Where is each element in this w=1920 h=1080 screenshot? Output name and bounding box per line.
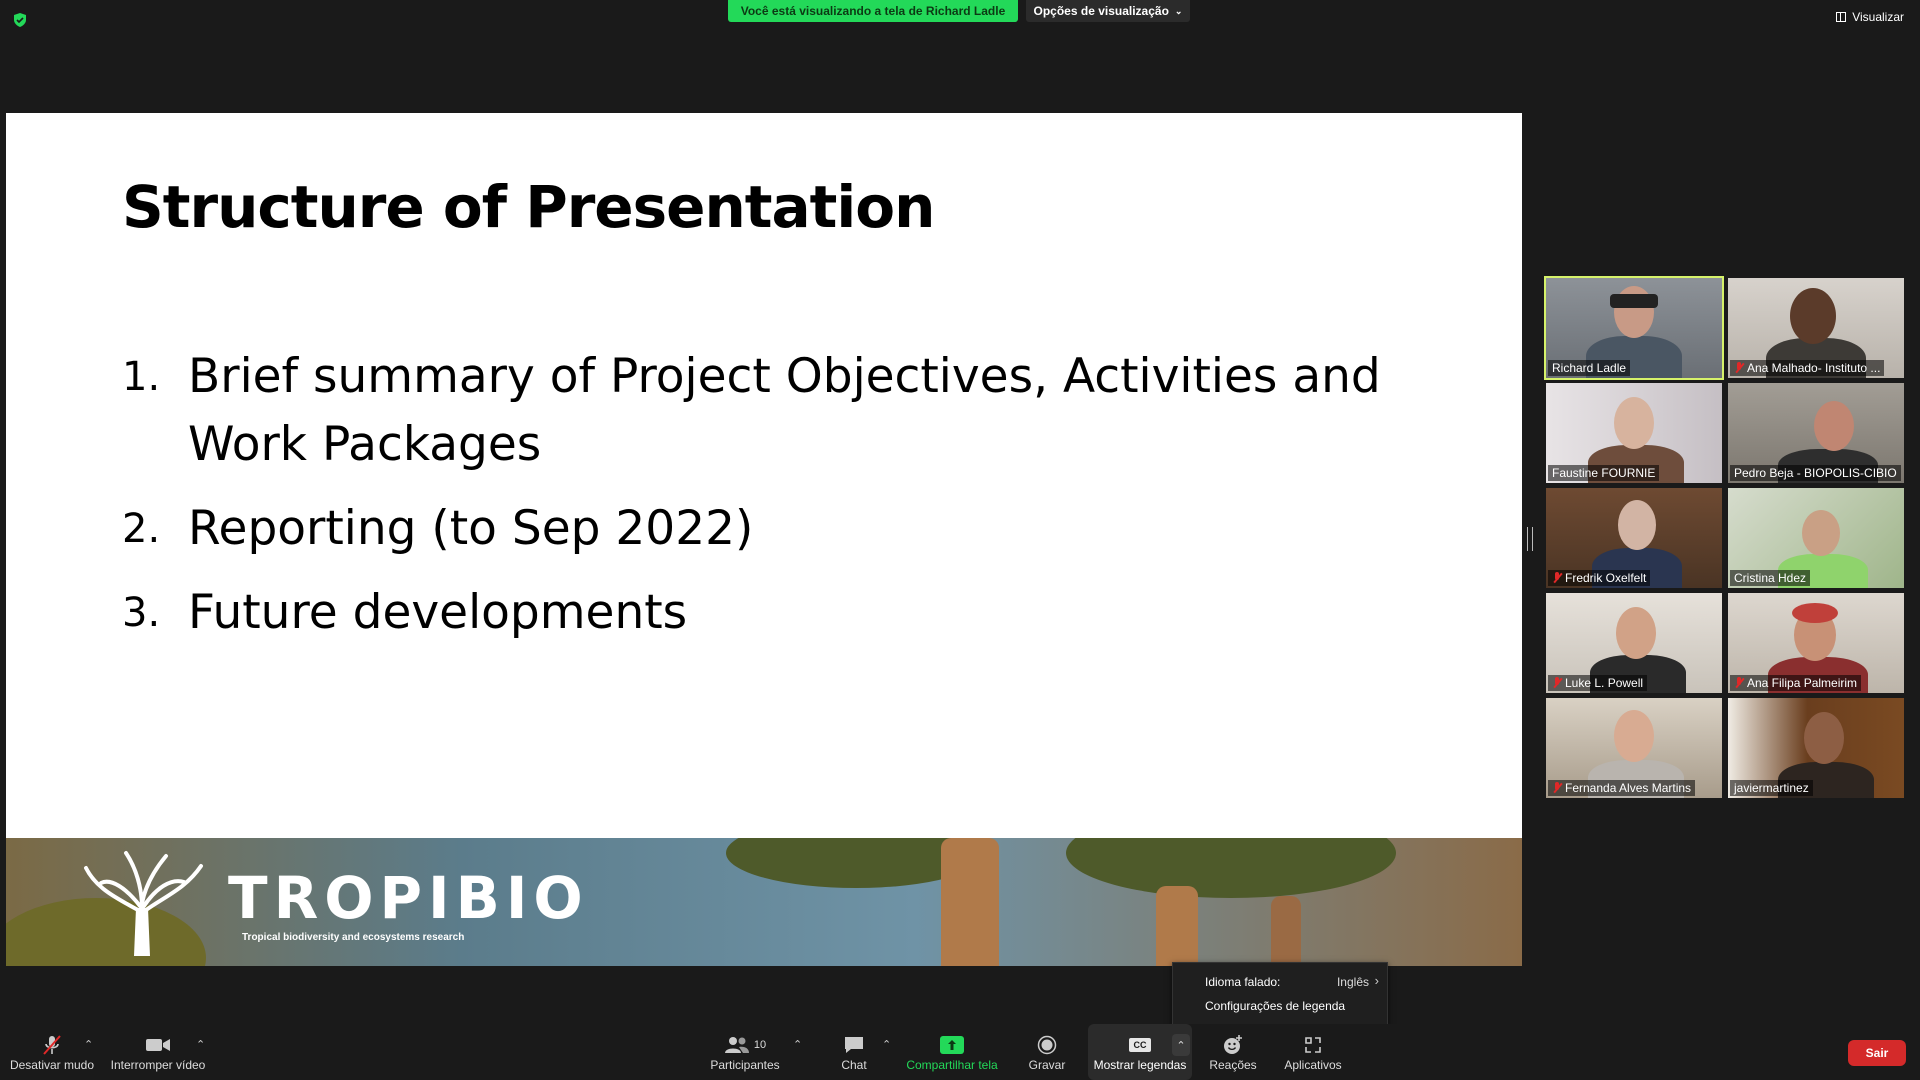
slide-item-number: 2. [122, 506, 161, 552]
slide-list-item: 3. Future developments [122, 579, 1402, 647]
participant-name-tag: Ana Filipa Palmeirim [1730, 675, 1862, 691]
unmute-label: Desativar mudo [9, 1058, 95, 1072]
spoken-language-selector[interactable]: Inglês [1337, 975, 1369, 989]
tropibio-logo-text: TROPIBIO [228, 864, 589, 932]
record-label: Gravar [1028, 1058, 1066, 1072]
slide-item-text: Brief summary of Project Objectives, Act… [188, 349, 1381, 472]
participant-tile[interactable]: Faustine FOURNIE [1546, 383, 1722, 483]
chevron-right-icon: › [1374, 973, 1379, 988]
meeting-toolbar: Desativar mudo ⌃ Interromper vídeo ⌃ 10 … [0, 1024, 1920, 1080]
share-screen-button[interactable]: Compartilhar tela [902, 1024, 1002, 1080]
shared-screen-slide: Structure of Presentation 1. Brief summa… [6, 113, 1522, 966]
chevron-down-icon: ⌄ [1174, 5, 1183, 16]
apps-icon [1305, 1037, 1321, 1053]
participants-button[interactable]: 10 Participantes [706, 1024, 784, 1080]
share-screen-label: Compartilhar tela [906, 1058, 998, 1072]
muted-mic-icon [1552, 677, 1562, 689]
baobab-logo-icon [84, 851, 203, 956]
view-layout-label: Visualizar [1852, 10, 1904, 24]
reaction-smiley-icon [1224, 1035, 1242, 1054]
participant-name-tag: Cristina Hdez [1730, 570, 1811, 586]
reactions-button[interactable]: Reações [1206, 1024, 1260, 1080]
participant-name-tag: Fredrik Oxelfelt [1548, 570, 1651, 586]
slide-list-item: 2. Reporting (to Sep 2022) [122, 495, 1402, 563]
spoken-language-label: Idioma falado: [1205, 975, 1281, 989]
participant-name-tag: javiermartinez [1730, 780, 1813, 796]
viewing-screen-banner: Você está visualizando a tela de Richard… [728, 0, 1018, 22]
record-icon [1037, 1035, 1057, 1055]
microphone-muted-icon [43, 1035, 61, 1055]
chat-button[interactable]: Chat [826, 1024, 882, 1080]
record-button[interactable]: Gravar [1018, 1024, 1076, 1080]
participant-tile[interactable]: Pedro Beja - BIOPOLIS-CIBIO [1728, 383, 1904, 483]
show-captions-label: Mostrar legendas [1093, 1058, 1187, 1072]
participant-name-tag: Richard Ladle [1548, 360, 1631, 376]
participant-tile[interactable]: Ana Filipa Palmeirim [1728, 593, 1904, 693]
gallery-resize-handle[interactable] [1527, 527, 1533, 551]
participant-tile[interactable]: Luke L. Powell [1546, 593, 1722, 693]
participant-name-tag: Pedro Beja - BIOPOLIS-CIBIO [1730, 465, 1901, 481]
slide-item-text: Reporting (to Sep 2022) [188, 501, 754, 556]
participant-tile[interactable]: Richard Ladle [1544, 276, 1724, 380]
video-camera-icon [146, 1039, 170, 1051]
participants-icon [724, 1037, 749, 1053]
participants-label: Participantes [710, 1058, 780, 1072]
security-shield-icon[interactable] [12, 12, 28, 28]
slide-list-item: 1. Brief summary of Project Objectives, … [122, 343, 1402, 479]
muted-mic-icon [1734, 677, 1744, 689]
participant-name-tag: Fernanda Alves Martins [1548, 780, 1696, 796]
participant-tile[interactable]: Fredrik Oxelfelt [1546, 488, 1722, 588]
view-options-label: Opções de visualização [1033, 4, 1169, 18]
participant-tile[interactable]: Fernanda Alves Martins [1546, 698, 1722, 798]
participants-options-caret[interactable]: ⌃ [793, 1038, 802, 1051]
closed-captions-icon: CC [1129, 1038, 1151, 1052]
slide-list: 1. Brief summary of Project Objectives, … [122, 343, 1402, 663]
view-layout-button[interactable]: Visualizar [1836, 10, 1904, 24]
stop-video-label: Interromper vídeo [110, 1058, 206, 1072]
participant-tile[interactable]: Ana Malhado- Instituto ... [1728, 278, 1904, 378]
caption-settings-item[interactable]: Configurações de legenda [1205, 999, 1345, 1013]
baobab-trunk [1271, 896, 1301, 966]
view-options-dropdown[interactable]: Opções de visualização ⌄ [1026, 0, 1190, 22]
leave-meeting-button[interactable]: Sair [1848, 1040, 1906, 1066]
slide-item-number: 1. [122, 354, 161, 400]
caption-options-menu: Idioma falado: Inglês › Configurações de… [1172, 962, 1388, 1026]
slide-item-text: Future developments [188, 585, 688, 640]
tropibio-logo-subtitle: Tropical biodiversity and ecosystems res… [242, 932, 465, 943]
participant-tile[interactable]: Cristina Hdez [1728, 488, 1904, 588]
muted-mic-icon [1552, 572, 1562, 584]
unmute-button[interactable]: Desativar mudo [8, 1024, 96, 1080]
muted-mic-icon [1734, 362, 1744, 374]
layout-grid-icon [1836, 12, 1847, 22]
baobab-trunk [1156, 886, 1198, 966]
apps-button[interactable]: Aplicativos [1278, 1024, 1348, 1080]
participant-tile[interactable]: javiermartinez [1728, 698, 1904, 798]
chat-label: Chat [841, 1058, 867, 1072]
captions-options-caret[interactable]: ⌃ [1172, 1034, 1190, 1056]
slide-title: Structure of Presentation [122, 173, 935, 241]
baobab-trunk [941, 838, 999, 966]
chat-options-caret[interactable]: ⌃ [882, 1038, 891, 1051]
stop-video-button[interactable]: Interromper vídeo [108, 1024, 208, 1080]
share-screen-icon [940, 1036, 964, 1054]
video-options-caret[interactable]: ⌃ [196, 1038, 205, 1051]
slide-footer-banner: TROPIBIO Tropical biodiversity and ecosy… [6, 838, 1522, 966]
chat-bubble-icon [845, 1037, 863, 1053]
muted-mic-icon [1552, 782, 1562, 794]
participant-name-tag: Ana Malhado- Instituto ... [1730, 360, 1885, 376]
audio-options-caret[interactable]: ⌃ [84, 1038, 93, 1051]
apps-label: Aplicativos [1284, 1058, 1342, 1072]
participants-count: 10 [753, 1039, 767, 1051]
participant-name-tag: Faustine FOURNIE [1548, 465, 1660, 481]
reactions-label: Reações [1209, 1058, 1257, 1072]
slide-item-number: 3. [122, 590, 161, 636]
baobab-canopy [1066, 838, 1396, 898]
participant-name-tag: Luke L. Powell [1548, 675, 1648, 691]
